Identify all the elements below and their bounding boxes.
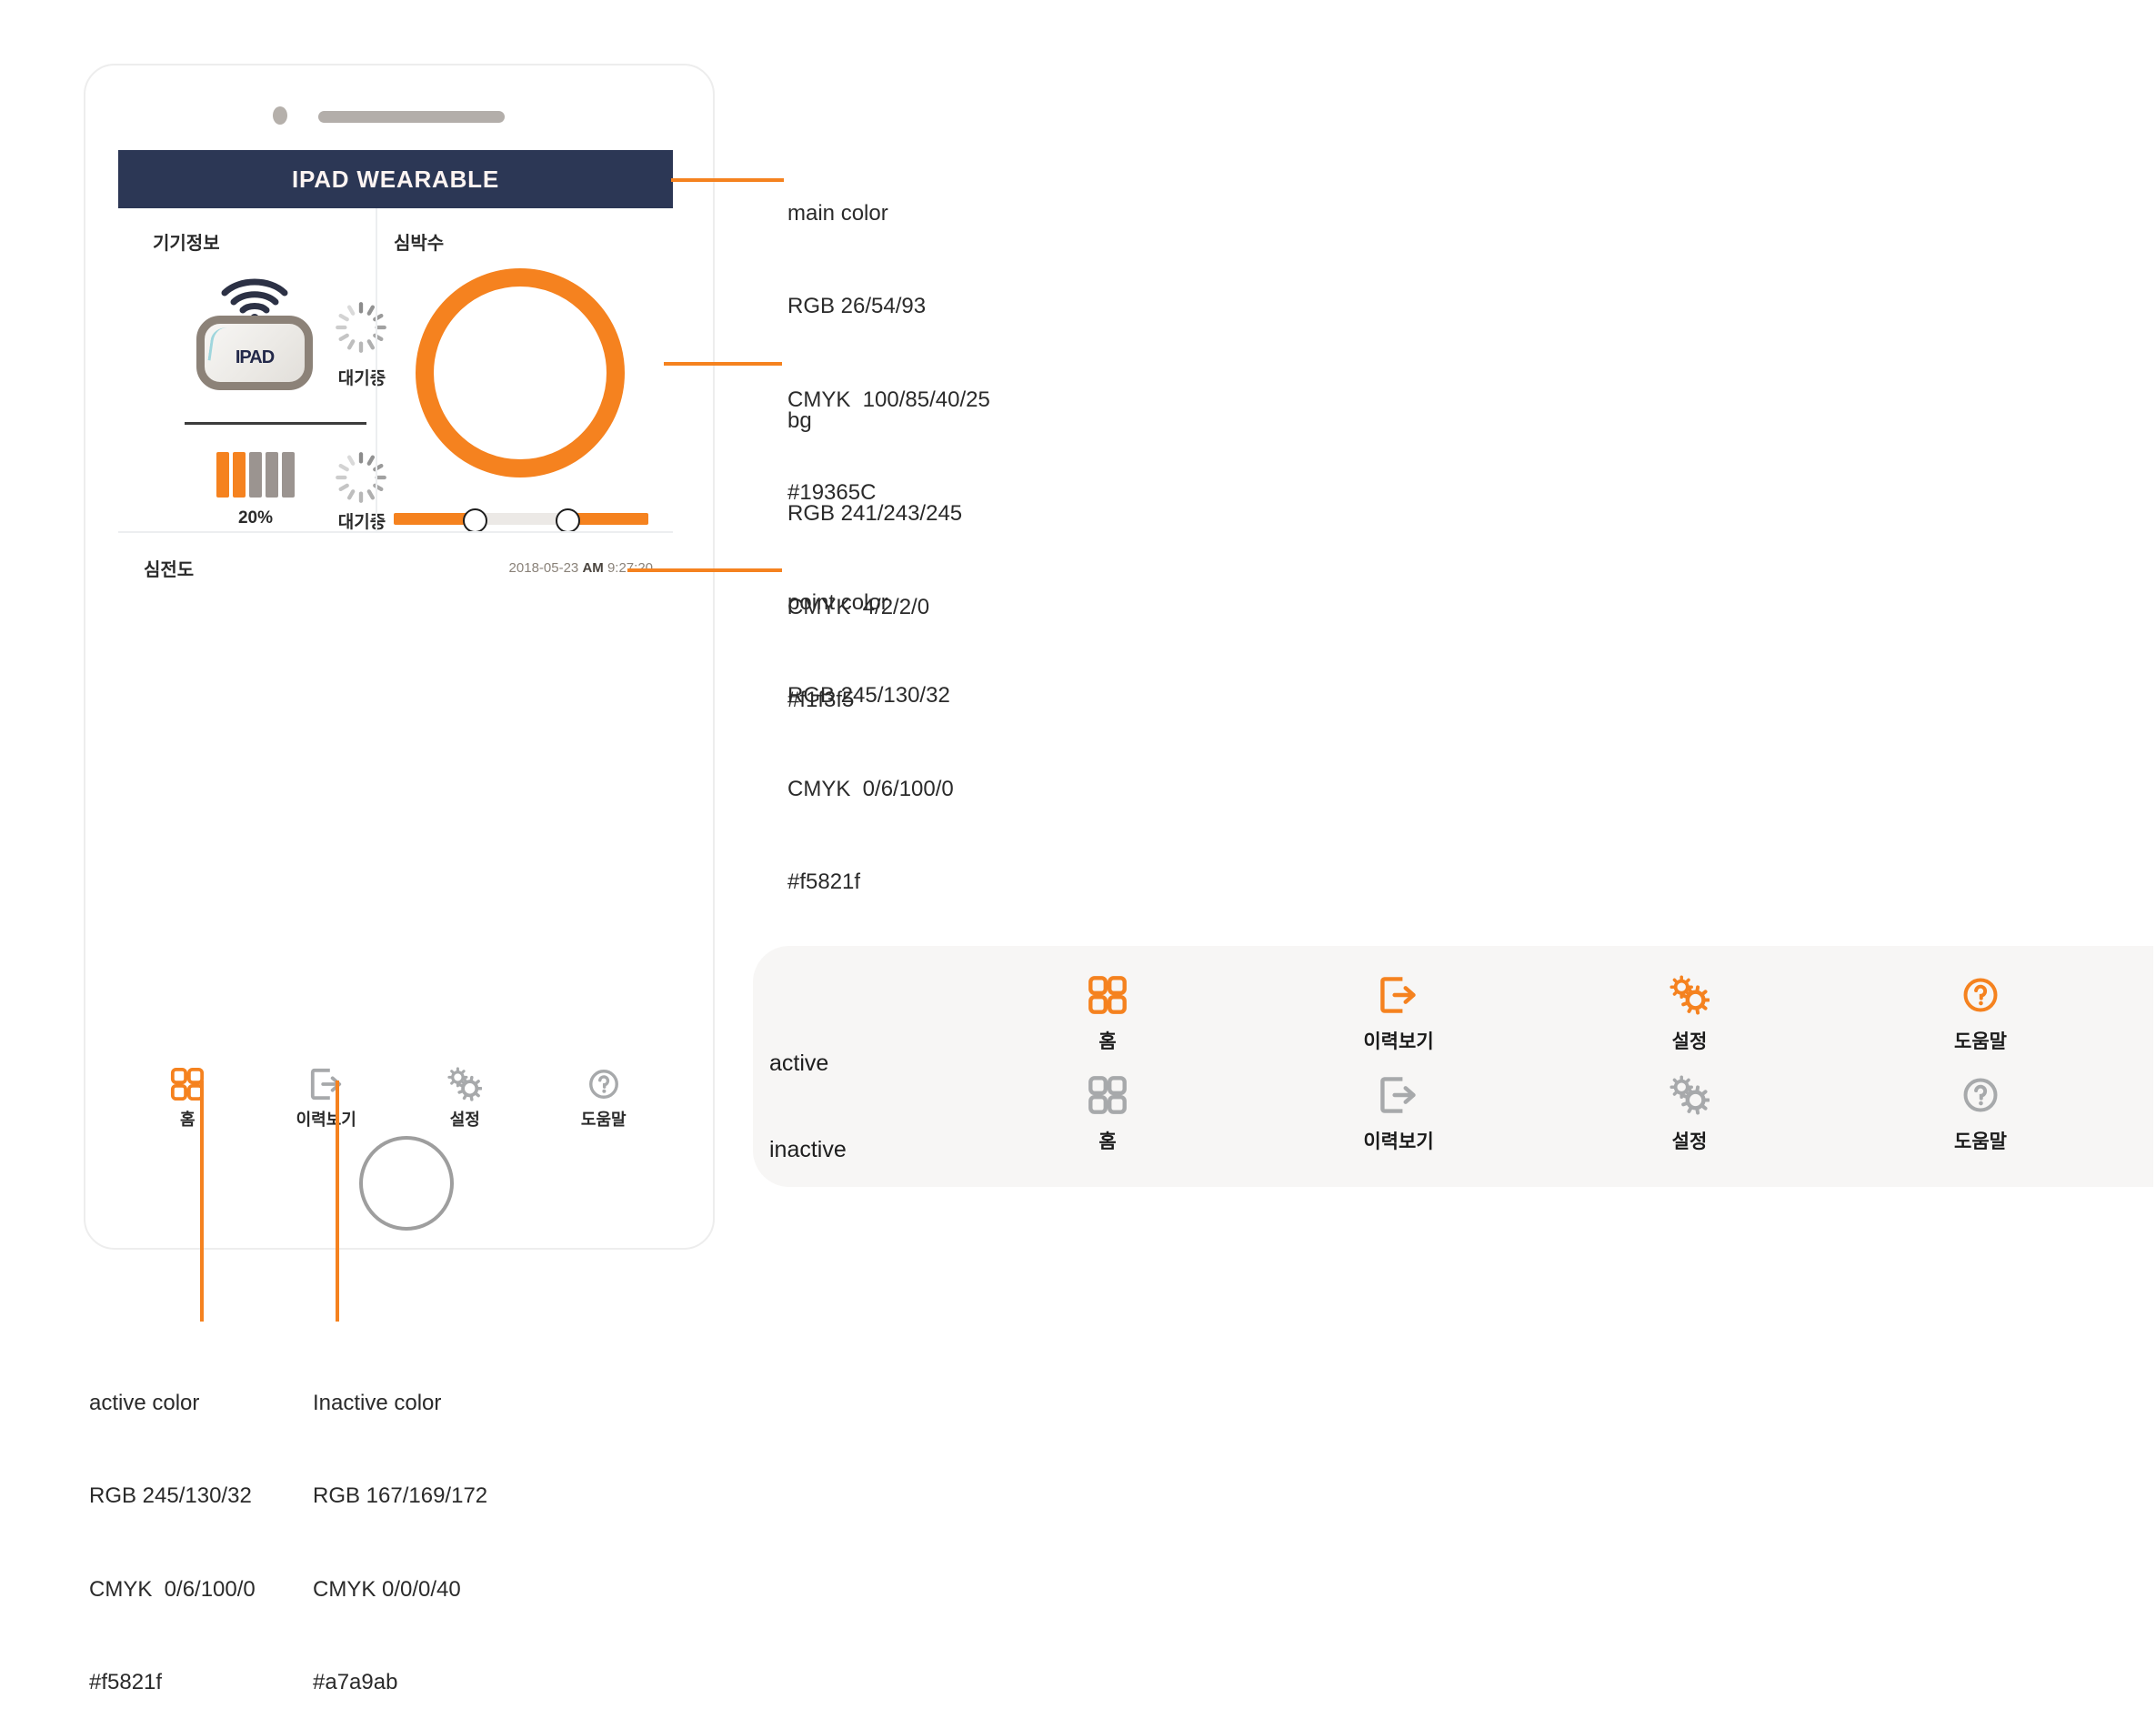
tab-label: 설정 — [449, 1111, 480, 1129]
legend-row-label-inactive: inactive — [769, 1137, 847, 1162]
battery-percent-label: 20% — [237, 508, 274, 528]
front-camera-icon — [273, 106, 287, 125]
grid-icon — [1088, 1076, 1127, 1114]
legend-inactive-gears-icon: 설정 — [1608, 1075, 1771, 1154]
export-icon — [1380, 1077, 1416, 1113]
dashboard-cards-row: 기기정보 IPAD 대기중 20% 대기중 심박수 — [118, 208, 675, 533]
ecg-card: 심전도 2018-05-23 AM 9:27:20 — [118, 531, 673, 1063]
question-icon — [588, 1070, 618, 1099]
annotation-title: main color — [787, 201, 888, 226]
battery-bar — [266, 452, 278, 498]
ipad-device-icon: IPAD — [196, 316, 313, 390]
card-divider — [185, 422, 366, 425]
slider-handle-max[interactable] — [556, 508, 580, 533]
device-info-card: 기기정보 IPAD 대기중 20% 대기중 — [144, 208, 386, 532]
annotation-active-color: active color RGB 245/130/32 CMYK 0/6/100… — [89, 1326, 256, 1729]
annotation-hex: #a7a9ab — [313, 1669, 398, 1694]
annotation-hex: #f5821f — [787, 869, 861, 894]
ecg-date: 2018-05-23 — [508, 560, 579, 576]
tab-help[interactable]: 도움말 — [535, 1061, 674, 1152]
legend-item-label: 이력보기 — [1363, 1031, 1434, 1052]
legend-item-label: 도움말 — [1954, 1031, 2007, 1052]
annotation-rgb: RGB 245/130/32 — [787, 683, 950, 709]
icon-state-legend-panel: active inactive 홈 이력보기 설정 도움말 홈 이력보기 설정 도움말 — [753, 946, 2153, 1187]
device-info-label: 기기정보 — [153, 234, 220, 254]
heart-rate-range-slider[interactable] — [394, 508, 648, 533]
leader-line-bg-color — [664, 362, 782, 366]
gears-icon — [447, 1067, 483, 1101]
annotation-cmyk: CMYK 0/6/100/0 — [787, 776, 954, 801]
page-title: IPAD WEARABLE — [291, 165, 500, 193]
leader-line-main-color — [675, 178, 784, 182]
legend-item-label: 이력보기 — [1363, 1131, 1434, 1152]
annotation-hex: #f5821f — [89, 1669, 163, 1694]
slider-handle-min[interactable] — [463, 508, 487, 533]
heart-rate-label: 심박수 — [394, 234, 445, 254]
tab-label: 이력보기 — [296, 1111, 356, 1129]
legend-active-gears-icon: 설정 — [1608, 975, 1771, 1054]
legend-item-label: 홈 — [1098, 1031, 1117, 1052]
tab-home[interactable]: 홈 — [118, 1061, 257, 1152]
annotation-cmyk: CMYK 0/6/100/0 — [89, 1576, 256, 1602]
annotation-point-color: point color RGB 245/130/32 CMYK 0/6/100/… — [787, 526, 954, 929]
legend-inactive-question-icon: 도움말 — [1899, 1075, 2062, 1154]
leader-line-active-color — [200, 1081, 204, 1322]
export-icon — [1380, 977, 1416, 1013]
tab-history[interactable]: 이력보기 — [257, 1061, 396, 1152]
gears-icon — [1670, 1075, 1710, 1115]
annotation-title: point color — [787, 590, 888, 616]
legend-inactive-export-icon: 이력보기 — [1317, 1075, 1480, 1154]
question-icon — [1963, 1078, 1998, 1112]
annotation-title: Inactive color — [313, 1391, 442, 1416]
legend-item-label: 홈 — [1098, 1131, 1117, 1152]
heart-rate-card: 심박수 — [376, 208, 675, 533]
slider-track-left — [394, 513, 474, 525]
annotation-rgb: RGB 167/169/172 — [313, 1483, 488, 1509]
leader-line-inactive-color — [336, 1081, 339, 1322]
tab-label: 홈 — [179, 1111, 196, 1129]
annotation-inactive-color: Inactive color RGB 167/169/172 CMYK 0/0/… — [313, 1326, 487, 1729]
annotation-rgb: RGB 245/130/32 — [89, 1483, 252, 1509]
legend-active-export-icon: 이력보기 — [1317, 975, 1480, 1054]
legend-item-label: 설정 — [1671, 1131, 1708, 1152]
annotation-rgb: RGB 26/54/93 — [787, 294, 927, 319]
gears-icon — [1670, 975, 1710, 1015]
question-icon — [1963, 978, 1998, 1012]
legend-item-label: 도움말 — [1954, 1131, 2007, 1152]
tab-label: 도움말 — [580, 1111, 627, 1129]
tablet-screen: IPAD WEARABLE 기기정보 IPAD 대기중 20% 대기중 심박수 … — [118, 150, 673, 1061]
ecg-meridiem: AM — [582, 560, 604, 576]
heart-rate-progress-ring — [416, 268, 625, 477]
legend-active-grid-icon: 홈 — [1026, 975, 1189, 1054]
tab-settings[interactable]: 설정 — [396, 1061, 535, 1152]
annotation-title: active color — [89, 1391, 200, 1416]
battery-bar — [233, 452, 246, 498]
battery-bar — [282, 452, 295, 498]
app-title-bar: IPAD WEARABLE — [118, 150, 673, 208]
chip-wordmark: IPAD — [235, 347, 275, 367]
battery-bar — [216, 452, 229, 498]
legend-active-question-icon: 도움말 — [1899, 975, 2062, 1054]
annotation-cmyk: CMYK 0/0/0/40 — [313, 1576, 461, 1602]
speaker-grille — [318, 111, 505, 123]
grid-icon — [1088, 976, 1127, 1014]
legend-inactive-grid-icon: 홈 — [1026, 1075, 1189, 1154]
legend-item-label: 설정 — [1671, 1031, 1708, 1052]
leader-line-main-color-elbow — [671, 178, 675, 182]
legend-row-label-active: active — [769, 1050, 829, 1076]
battery-bar — [249, 452, 262, 498]
battery-level-indicator — [216, 452, 295, 498]
ecg-label: 심전도 — [144, 560, 195, 580]
leader-line-point-color — [627, 568, 782, 572]
annotation-title: bg — [787, 408, 812, 434]
